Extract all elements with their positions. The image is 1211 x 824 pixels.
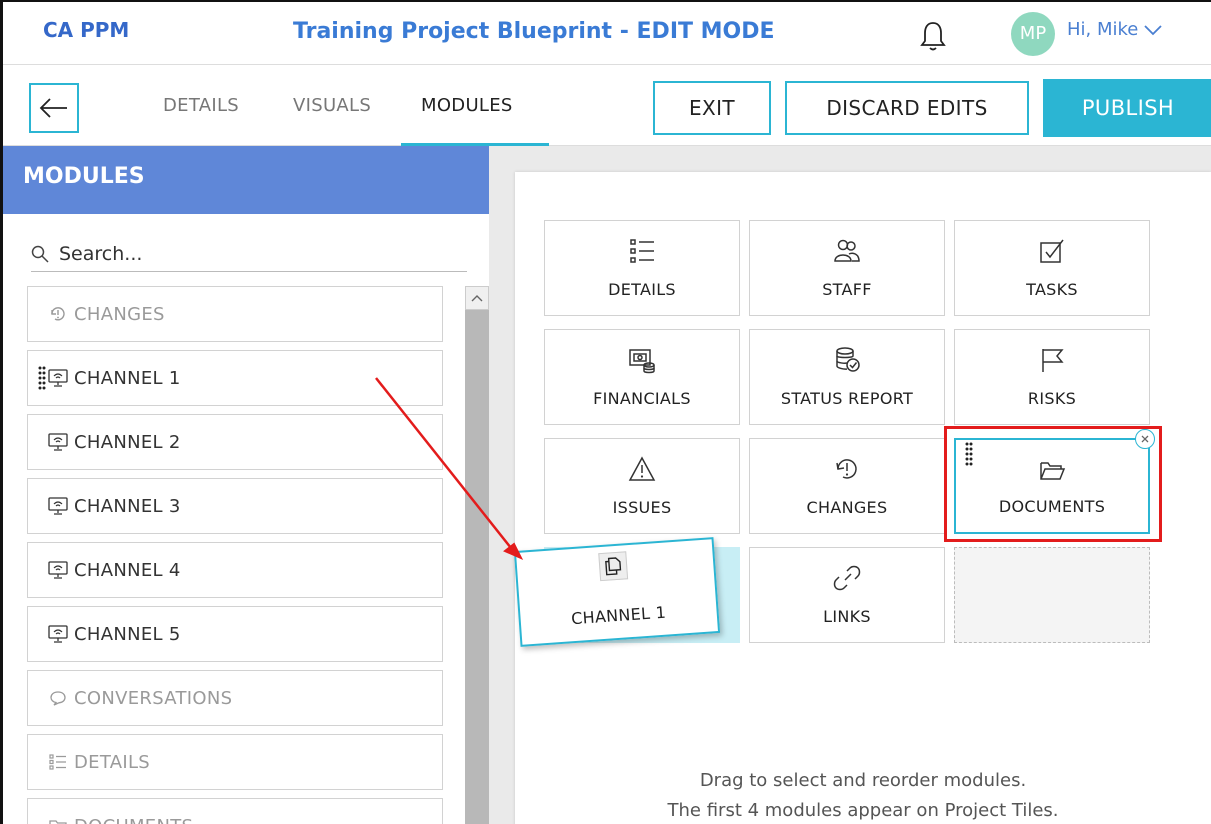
tile-label: DETAILS [608,280,676,299]
module-item-channel-4[interactable]: CHANNEL 4 [27,542,443,598]
flag-icon [1042,349,1064,372]
module-item-label: CHANNEL 3 [74,495,181,517]
search-icon [31,245,49,263]
details-icon [48,752,68,772]
page-title: Training Project Blueprint - EDIT MODE [293,19,775,44]
publish-button[interactable]: PUBLISH [1043,79,1211,137]
instruction-line-2: The first 4 modules appear on Project Ti… [667,800,1059,821]
tile-changes[interactable]: CHANGES [749,438,945,534]
sidebar-body: Search... CHANGES CHANNEL 1 CHANNEL 2 CH… [3,214,489,824]
module-item-channel-1[interactable]: CHANNEL 1 [27,350,443,406]
highlight-annotation-box [944,426,1162,542]
channel-icon [48,368,68,388]
top-bar: CA PPM Training Project Blueprint - EDIT… [3,2,1211,64]
drag-handle-icon[interactable] [38,366,46,390]
channel-icon [48,432,68,452]
discard-edits-button[interactable]: DISCARD EDITS [785,81,1029,135]
tile-tasks[interactable]: TASKS [954,220,1150,316]
tile-details[interactable]: DETAILS [544,220,740,316]
tile-empty-slot[interactable] [954,547,1150,643]
nav-bar: DETAILS VISUALS MODULES EXIT DISCARD EDI… [3,64,1211,147]
status-report-icon [836,347,860,372]
user-menu[interactable]: Hi, Mike [1067,19,1163,40]
tile-staff[interactable]: STAFF [749,220,945,316]
module-item-details: DETAILS [27,734,443,790]
chevron-up-icon [471,295,483,302]
dragging-tile-label: CHANNEL 1 [570,602,667,629]
tile-label: RISKS [1027,389,1077,408]
tile-label: TASKS [1026,280,1078,299]
documents-icon [48,816,68,824]
module-item-label: CHANNEL 2 [74,431,181,453]
sidebar-scrollbar[interactable] [465,286,489,824]
module-item-label: CHANNEL 4 [74,559,181,581]
greeting-text: Hi, Mike [1067,19,1139,40]
module-item-label: CHANNEL 5 [74,623,181,645]
tasks-icon [1040,239,1064,263]
tile-risks[interactable]: RISKS [954,329,1150,425]
tab-visuals[interactable]: VISUALS [293,95,371,116]
tab-details[interactable]: DETAILS [163,95,239,116]
copy-icon [598,551,629,582]
module-item-channel-3[interactable]: CHANNEL 3 [27,478,443,534]
scroll-up-button[interactable] [465,286,489,310]
module-item-label: CONVERSATIONS [74,687,233,709]
bell-icon[interactable] [919,20,947,52]
channel-icon [48,496,68,516]
tile-label: CHANGES [806,498,888,517]
tile-label: FINANCIALS [593,389,691,408]
dragging-tile-channel-1[interactable]: CHANNEL 1 [513,537,721,647]
sidebar-heading: MODULES [3,146,489,214]
warning-icon [628,456,656,481]
tile-status-report[interactable]: STATUS REPORT [749,329,945,425]
app-window: CA PPM Training Project Blueprint - EDIT… [0,0,1211,824]
tile-label: LINKS [823,607,871,626]
modules-sidebar: MODULES Search... CHANGES CHANNEL 1 CHAN… [3,146,489,824]
search-field[interactable]: Search... [31,236,467,272]
module-item-label: CHANGES [74,303,165,325]
avatar[interactable]: MP [1011,12,1055,56]
module-item-documents: DOCUMENTS [27,798,443,824]
link-icon [833,565,861,591]
exit-button[interactable]: EXIT [653,81,771,135]
module-item-channel-2[interactable]: CHANNEL 2 [27,414,443,470]
back-button[interactable] [29,83,79,133]
instruction-text: Drag to select and reorder modules. The … [515,766,1211,824]
module-item-conversations: CONVERSATIONS [27,670,443,726]
tile-issues[interactable]: ISSUES [544,438,740,534]
tab-modules[interactable]: MODULES [421,95,513,116]
channel-icon [48,624,68,644]
tile-links[interactable]: LINKS [749,547,945,643]
changes-icon [836,459,857,479]
module-item-channel-5[interactable]: CHANNEL 5 [27,606,443,662]
search-input[interactable]: Search... [59,243,142,265]
instruction-line-1: Drag to select and reorder modules. [699,770,1027,791]
chevron-down-icon [1144,25,1163,36]
financials-icon [629,349,655,374]
staff-icon [834,239,860,262]
tile-label: STAFF [822,280,872,299]
tile-label: STATUS REPORT [780,389,914,408]
brand-logo[interactable]: CA PPM [43,18,129,42]
channel-icon [48,560,68,580]
conversation-icon [48,688,68,708]
module-item-label: CHANNEL 1 [74,367,181,389]
details-icon [630,239,654,263]
module-item-label: DOCUMENTS [74,816,193,824]
changes-icon [48,304,68,324]
tile-label: ISSUES [612,498,672,517]
tile-financials[interactable]: FINANCIALS [544,329,740,425]
module-item-label: DETAILS [74,751,151,773]
arrow-left-icon [39,98,67,118]
module-item-changes: CHANGES [27,286,443,342]
